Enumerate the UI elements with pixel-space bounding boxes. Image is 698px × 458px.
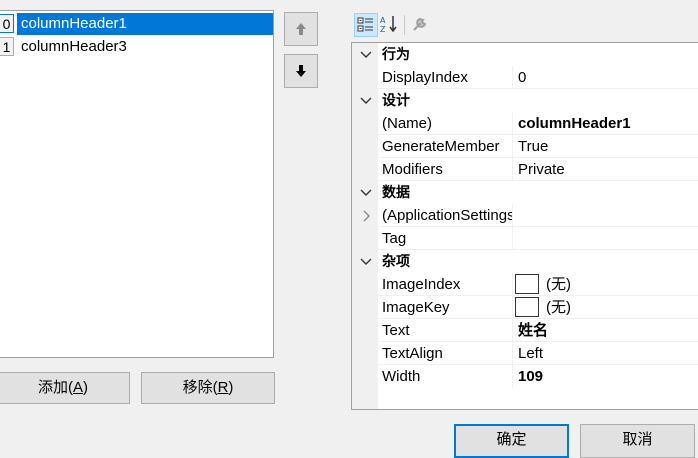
property-value[interactable]: Left: [514, 342, 543, 365]
property-value[interactable]: (无): [546, 296, 571, 319]
arrow-up-icon: [296, 23, 306, 35]
property-name: DisplayIndex: [378, 66, 513, 89]
chevron-right-icon[interactable]: [355, 204, 377, 227]
property-row-imagekey[interactable]: ImageKey (无): [352, 296, 698, 319]
add-label-close: ): [83, 379, 88, 396]
property-value[interactable]: 0: [514, 66, 526, 89]
add-accelerator: A: [72, 379, 83, 396]
category-behavior[interactable]: 行为: [352, 43, 698, 66]
move-down-button[interactable]: [284, 54, 318, 88]
property-value[interactable]: Private: [514, 158, 565, 181]
arrow-down-icon: [296, 65, 306, 77]
property-value[interactable]: (无): [546, 273, 571, 296]
member-index: 1: [0, 37, 14, 56]
add-label: 添加(: [37, 379, 73, 396]
property-name: Text: [378, 319, 513, 342]
property-name: ImageIndex: [378, 273, 513, 296]
property-name: GenerateMember: [378, 135, 513, 158]
remove-button[interactable]: 移除(R): [141, 372, 275, 404]
property-value[interactable]: True: [514, 135, 548, 158]
member-name: columnHeader1: [17, 13, 273, 35]
chevron-down-icon: [360, 189, 372, 196]
category-label: 数据: [382, 184, 410, 200]
property-row-generatemember[interactable]: GenerateMember True: [352, 135, 698, 158]
property-value[interactable]: [514, 227, 518, 250]
ok-label: 确定: [496, 431, 527, 448]
chevron-down-icon: [360, 51, 372, 58]
property-value[interactable]: [514, 204, 518, 227]
alphabetical-icon: A Z: [380, 16, 397, 34]
chevron-down-icon: [360, 97, 372, 104]
svg-text:A: A: [380, 16, 386, 25]
member-item-0[interactable]: 0 columnHeader1: [0, 13, 273, 35]
property-grid[interactable]: 行为 DisplayIndex 0 设计 (Name) columnHeader…: [351, 42, 698, 410]
category-label: 杂项: [382, 253, 410, 269]
property-row-tag[interactable]: Tag: [352, 227, 698, 250]
cancel-label: 取消: [622, 431, 653, 448]
chevron-down-icon: [360, 258, 372, 265]
property-row-text[interactable]: Text 姓名: [352, 319, 698, 342]
move-up-button[interactable]: [284, 12, 318, 46]
members-list[interactable]: 0 columnHeader1 1 columnHeader3: [0, 10, 274, 358]
cancel-button[interactable]: 取消: [580, 424, 695, 458]
svg-text:Z: Z: [380, 25, 386, 34]
property-name: (ApplicationSettings): [378, 204, 513, 227]
wrench-icon: [413, 17, 427, 31]
property-value[interactable]: 姓名: [514, 319, 548, 342]
property-row-textalign[interactable]: TextAlign Left: [352, 342, 698, 365]
property-name: Tag: [378, 227, 513, 250]
image-preview-swatch: [515, 297, 539, 317]
member-item-1[interactable]: 1 columnHeader3: [0, 36, 273, 58]
property-value[interactable]: 109: [514, 365, 543, 388]
add-button[interactable]: 添加(A): [0, 372, 130, 404]
property-name: ImageKey: [378, 296, 513, 319]
remove-label-close: ): [228, 379, 234, 396]
categorized-button[interactable]: [354, 13, 378, 37]
category-data[interactable]: 数据: [352, 181, 698, 204]
property-pages-button[interactable]: [409, 13, 433, 37]
property-name: (Name): [378, 112, 513, 135]
property-row-displayindex[interactable]: DisplayIndex 0: [352, 66, 698, 89]
remove-label: 移除(: [182, 379, 218, 396]
toolbar-separator: [404, 15, 405, 35]
property-row-modifiers[interactable]: Modifiers Private: [352, 158, 698, 181]
remove-accelerator: R: [217, 379, 229, 396]
categorized-icon: [357, 17, 373, 32]
category-label: 设计: [382, 92, 410, 108]
property-row-imageindex[interactable]: ImageIndex (无): [352, 273, 698, 296]
ok-button[interactable]: 确定: [454, 424, 569, 458]
category-design[interactable]: 设计: [352, 89, 698, 112]
property-row-width[interactable]: Width 109: [352, 365, 698, 388]
member-name: columnHeader3: [21, 38, 127, 55]
property-name: Modifiers: [378, 158, 513, 181]
property-name: Width: [378, 365, 513, 388]
member-index: 0: [0, 14, 14, 33]
category-misc[interactable]: 杂项: [352, 250, 698, 273]
property-name: TextAlign: [378, 342, 513, 365]
alphabetical-button[interactable]: A Z: [378, 13, 402, 37]
image-preview-swatch: [515, 274, 539, 294]
category-label: 行为: [382, 46, 410, 62]
property-value[interactable]: columnHeader1: [514, 112, 631, 135]
property-row-name[interactable]: (Name) columnHeader1: [352, 112, 698, 135]
property-row-applicationsettings[interactable]: (ApplicationSettings): [352, 204, 698, 227]
property-grid-toolbar: A Z: [352, 11, 698, 41]
